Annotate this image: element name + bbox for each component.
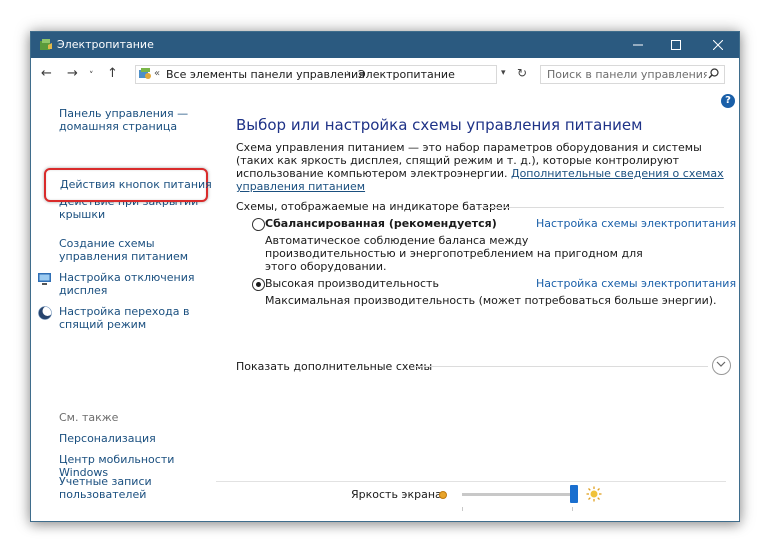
maximize-button[interactable] <box>659 32 693 58</box>
high-performance-plan-settings-link[interactable]: Настройка схемы электропитания <box>536 277 736 290</box>
show-more-divider <box>414 366 708 367</box>
title-bar[interactable]: Электропитание <box>31 32 739 58</box>
control-panel-icon <box>138 67 152 84</box>
balanced-plan-name[interactable]: Сбалансированная (рекомендуется) <box>265 217 497 230</box>
display-monitor-icon <box>37 271 53 287</box>
brightness-slider-thumb[interactable] <box>570 485 578 503</box>
control-panel-window: Электропитание ← → ˅ ↑ « Все элементы па… <box>30 31 740 522</box>
maximize-icon <box>671 40 681 50</box>
group-divider <box>480 207 724 208</box>
bottom-divider <box>216 481 726 482</box>
window-title: Электропитание <box>57 38 154 51</box>
balanced-plan-settings-link[interactable]: Настройка схемы электропитания <box>536 217 736 230</box>
brightness-slider-track[interactable] <box>462 493 572 496</box>
brightness-high-icon <box>586 486 602 505</box>
brightness-low-icon <box>438 490 448 503</box>
show-more-plans-button[interactable] <box>712 356 731 375</box>
minimize-button[interactable] <box>621 32 655 58</box>
refresh-icon[interactable]: ↻ <box>517 66 527 80</box>
help-icon[interactable]: ? <box>721 94 735 108</box>
show-more-plans-label[interactable]: Показать дополнительные схемы <box>236 360 432 373</box>
sidebar-item-power-buttons-label: Действия кнопок питания <box>60 178 212 191</box>
close-button[interactable] <box>701 32 735 58</box>
breadcrumb[interactable]: « Все элементы панели управления › Элект… <box>135 65 497 84</box>
slider-tick <box>572 507 573 511</box>
balanced-plan-description: Автоматическое соблюдение баланса между … <box>265 234 643 273</box>
sidebar: Панель управления — домашняя страница Де… <box>31 90 216 521</box>
search-icon[interactable] <box>708 68 719 82</box>
page-description: Схема управления питанием — это набор па… <box>236 141 724 193</box>
brightness-label: Яркость экрана: <box>351 488 446 501</box>
close-icon <box>713 40 723 50</box>
address-dropdown-icon[interactable]: ▾ <box>501 68 506 78</box>
sidebar-item-home[interactable]: Панель управления — домашняя страница <box>59 107 199 133</box>
high-performance-plan-name[interactable]: Высокая производительность <box>265 277 439 290</box>
page-title: Выбор или настройка схемы управления пит… <box>236 116 643 134</box>
recent-locations-chevron-icon[interactable]: ˅ <box>89 69 94 83</box>
chevron-down-icon <box>716 361 726 367</box>
minimize-icon <box>633 44 643 46</box>
breadcrumb-power-options[interactable]: Электропитание <box>358 68 455 81</box>
sidebar-item-display-off[interactable]: Настройка отключения дисплея <box>59 271 199 297</box>
sleep-moon-icon <box>37 305 53 321</box>
up-arrow-icon[interactable]: ↑ <box>107 67 118 81</box>
search-input[interactable] <box>541 66 707 83</box>
power-options-icon <box>38 37 54 53</box>
slider-tick <box>462 507 463 511</box>
see-also-heading: См. также <box>59 411 119 424</box>
battery-plans-heading: Схемы, отображаемые на индикаторе батаре… <box>236 200 510 213</box>
sidebar-item-power-buttons[interactable]: Действия кнопок питания <box>44 168 212 202</box>
forward-arrow-icon[interactable]: → <box>67 67 78 81</box>
see-also-personalization[interactable]: Персонализация <box>59 432 219 445</box>
see-also-user-accounts[interactable]: Учетные записи пользователей <box>59 475 189 501</box>
back-arrow-icon[interactable]: ← <box>41 67 52 81</box>
address-bar-row: ← → ˅ ↑ « Все элементы панели управления… <box>31 58 739 90</box>
breadcrumb-all-items[interactable]: Все элементы панели управления <box>166 68 365 81</box>
sidebar-item-create-plan[interactable]: Создание схемы управления питанием <box>59 237 209 263</box>
high-performance-plan-radio[interactable] <box>252 278 265 291</box>
high-performance-plan-description: Максимальная производительность (может п… <box>265 294 717 307</box>
search-box[interactable] <box>540 65 725 84</box>
sidebar-item-sleep[interactable]: Настройка перехода в спящий режим <box>59 305 199 331</box>
breadcrumb-separator-icon[interactable]: › <box>346 68 350 79</box>
balanced-plan-radio[interactable] <box>252 218 265 231</box>
breadcrumb-overflow-icon[interactable]: « <box>154 68 160 79</box>
